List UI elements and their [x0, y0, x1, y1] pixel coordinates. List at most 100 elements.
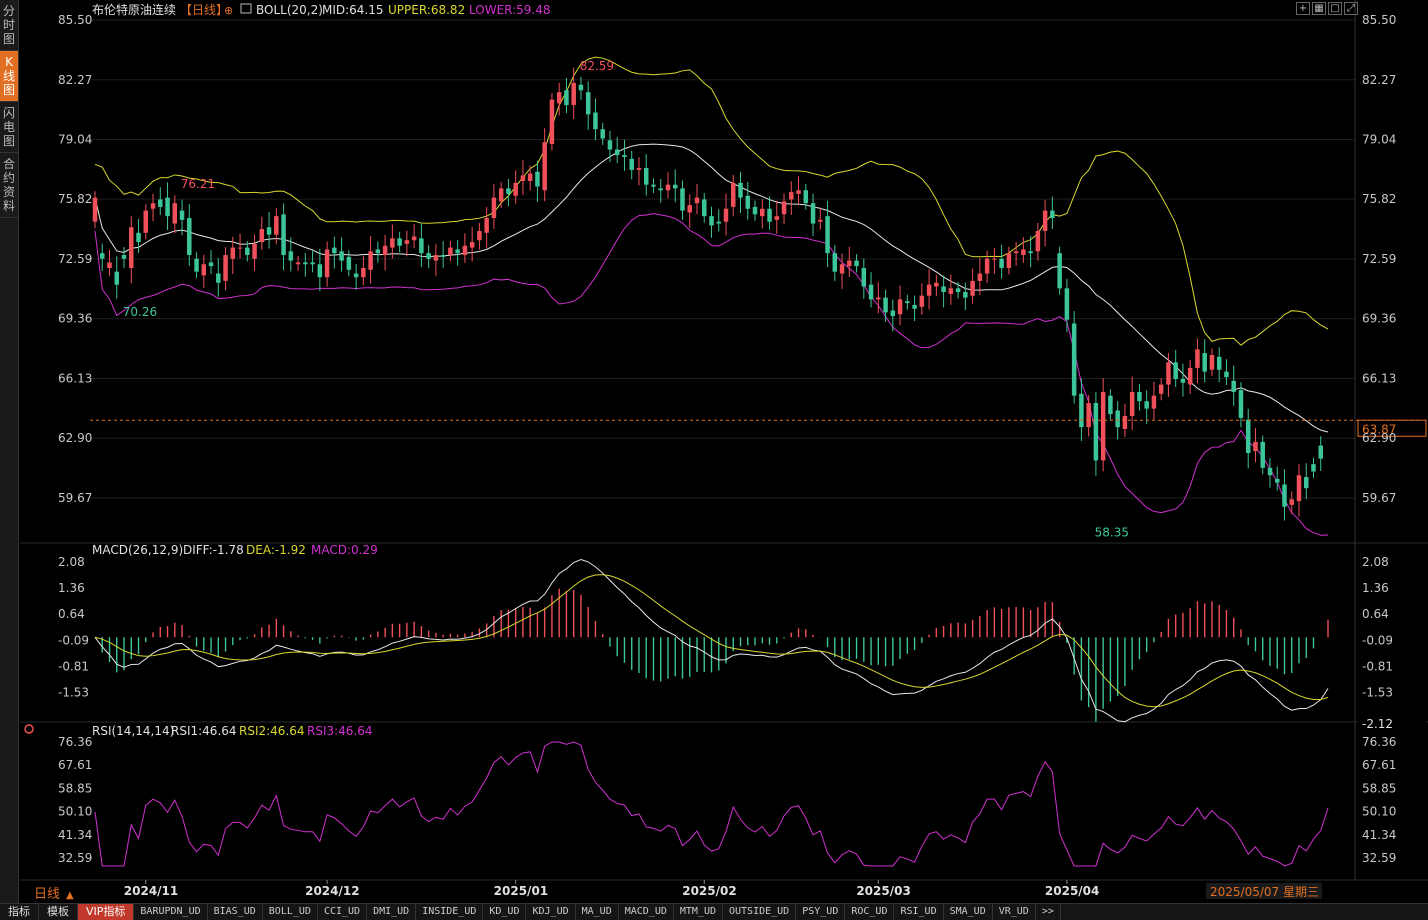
candle-body [223, 255, 228, 281]
period-selector[interactable]: 日线 [34, 887, 60, 902]
expand-icon[interactable]: ⤢ [1344, 2, 1358, 15]
candle-body [411, 236, 417, 241]
candle-body [1289, 499, 1294, 505]
indicator-tab-rsiud[interactable]: RSI_UD [894, 904, 944, 920]
candle [107, 250, 112, 276]
indicator-tab-smaud[interactable]: SMA_UD [944, 904, 993, 920]
candles-layer[interactable] [92, 0, 1328, 521]
indicator-tab-bollud[interactable]: BOLL_UD [263, 904, 318, 920]
candle-body [760, 208, 765, 217]
macd-tick-right: -0.09 [1362, 634, 1393, 648]
candle-body [339, 251, 344, 261]
record-icon[interactable] [24, 724, 34, 734]
candle [1311, 457, 1316, 479]
candle [520, 160, 526, 195]
candle [832, 245, 838, 282]
candle-body [107, 262, 112, 268]
indicator-tab-maud[interactable]: MA_UD [576, 904, 619, 920]
candle-body [1296, 475, 1302, 502]
candle-body [629, 158, 634, 170]
candle-body [984, 258, 990, 274]
candle-body [847, 260, 852, 267]
indicator-tab-rocud[interactable]: ROC_UD [845, 904, 895, 920]
candle [1245, 408, 1251, 469]
candle-body [1260, 441, 1265, 468]
candle-body [571, 82, 576, 106]
candle [310, 250, 315, 273]
tab-tick[interactable]: 闪电图 [0, 102, 18, 153]
candle [614, 137, 620, 164]
candle [1318, 436, 1323, 471]
candle [527, 165, 533, 191]
grid-icon[interactable]: ▦ [1312, 2, 1326, 15]
fullscreen-icon[interactable]: □ [1328, 2, 1342, 15]
tab-vip-indicator[interactable]: VIP指标 [78, 904, 135, 920]
candle-body [92, 197, 98, 222]
candle-body [208, 262, 214, 267]
indicator-tab-insideud[interactable]: INSIDE_UD [416, 904, 484, 920]
candle [738, 171, 743, 214]
candle [419, 223, 424, 268]
candle-body [803, 190, 809, 204]
indicator-tab-biasud[interactable]: BIAS_UD [208, 904, 263, 920]
candle-body [535, 171, 540, 187]
settings-icon[interactable]: ⊕ [224, 4, 233, 17]
candle [1064, 278, 1070, 333]
candle-body [643, 168, 649, 185]
candle-body [890, 310, 896, 317]
candle-body [1129, 391, 1135, 417]
indicator-icon[interactable] [240, 3, 252, 14]
candle [150, 193, 156, 222]
candle-body [230, 247, 236, 259]
tab-indicator[interactable]: 指标 [0, 904, 39, 920]
candle-body [883, 297, 888, 313]
candle-body [513, 182, 518, 196]
price-annotation-low: 70.26 [123, 305, 157, 319]
candle [934, 274, 939, 296]
candle [760, 199, 765, 229]
price-tick-left: 82.27 [58, 73, 92, 87]
grid-lines [20, 0, 1428, 881]
candle [774, 200, 780, 234]
candle [890, 299, 896, 332]
candle-body [1071, 323, 1077, 396]
candle-body [455, 249, 460, 254]
crosshair-icon[interactable]: + [1296, 2, 1310, 15]
candle-body [752, 206, 758, 215]
candle-body [433, 255, 439, 261]
candle-body [346, 256, 352, 270]
indicator-tab-outsideud[interactable]: OUTSIDE_UD [723, 904, 797, 920]
price-tick-right: 62.90 [1362, 431, 1396, 445]
candle-body [121, 255, 127, 259]
candle [701, 193, 707, 223]
tab-timeshare[interactable]: 分时图 [0, 0, 18, 51]
candle [593, 98, 598, 141]
kline-chart[interactable]: 76.2170.2682.5958.3563.87 85.5082.2779.0… [0, 0, 1428, 919]
indicator-tab-mtmud[interactable]: MTM_UD [674, 904, 723, 920]
candle-body [397, 238, 402, 246]
indicator-tab-kdud[interactable]: KD_UD [483, 904, 527, 920]
tab-template[interactable]: 模板 [39, 904, 78, 920]
candle-body [114, 271, 120, 285]
boll-lower-line [94, 213, 1329, 536]
indicator-tab-[interactable]: >> [1036, 904, 1061, 920]
candle-body [1245, 419, 1251, 454]
rsi-tick-right: 67.61 [1362, 758, 1396, 772]
candle-body [1274, 478, 1280, 483]
tab-kline[interactable]: K线图 [0, 51, 18, 102]
rsi-tick-right: 58.85 [1362, 781, 1396, 795]
indicator-tab-psyud[interactable]: PSY_UD [796, 904, 846, 920]
indicator-tab-list: BARUPDN_UD BIAS_UD BOLL_UD CCI_UD DMI_UD INSI… [134, 904, 1061, 920]
indicator-tab-barupdnud[interactable]: BARUPDN_UD [134, 904, 208, 920]
candle-body [1013, 251, 1019, 254]
indicator-tab-kdjud[interactable]: KDJ_UD [526, 904, 576, 920]
candle [600, 122, 605, 145]
indicator-tab-macdud[interactable]: MACD_UD [619, 904, 674, 920]
tab-contract-info[interactable]: 合约资料 [0, 153, 18, 218]
indicator-tab-dmiud[interactable]: DMI_UD [367, 904, 417, 920]
indicator-tab-vrud[interactable]: VR_UD [993, 904, 1036, 920]
price-annotation-high: 82.59 [580, 59, 614, 73]
triangle-up-icon[interactable]: ▲ [66, 890, 74, 901]
indicator-tab-cciud[interactable]: CCI_UD [318, 904, 368, 920]
candle [1289, 491, 1294, 515]
